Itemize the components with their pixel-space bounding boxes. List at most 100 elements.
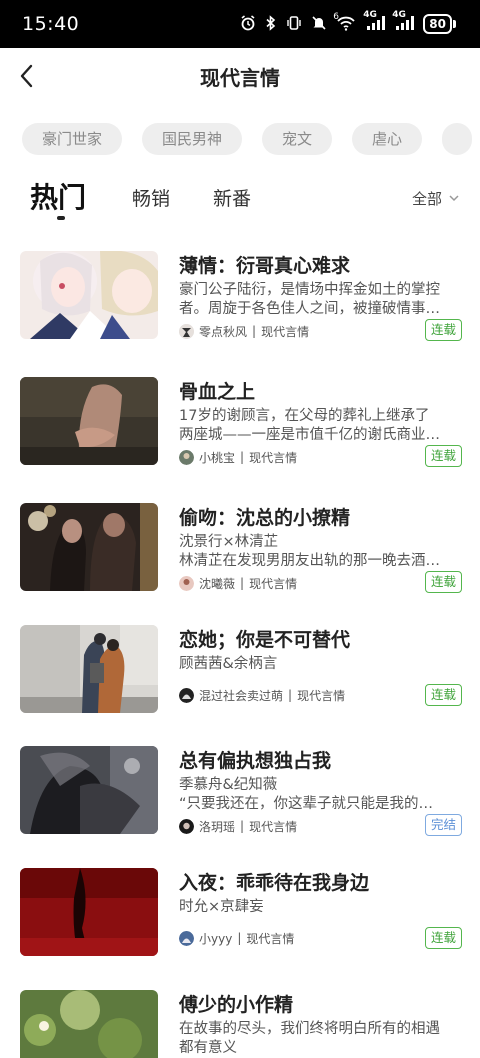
book-desc-line: 林清芷在发现男朋友出轨的那一晚去酒… xyxy=(179,553,440,569)
book-desc-line: 时允×京肆妄 xyxy=(179,899,264,915)
book-description: 豪门公子陆衍，是情场中挥金如土的掌控 者。周旋于各色佳人之间，被撞破情事… xyxy=(179,281,462,319)
book-description: 时允×京肆妄 xyxy=(179,898,462,917)
book-description: 顾茜茜&余柄言 xyxy=(179,655,462,674)
book-title[interactable]: 入夜：乖乖待在我身边 xyxy=(179,868,369,895)
chip-chongwen[interactable]: 宠文 xyxy=(262,123,333,155)
wifi-badge: 6 xyxy=(333,11,340,22)
signal-icon: 4G xyxy=(363,10,386,34)
book-desc-line: 豪门公子陆衍，是情场中挥金如土的掌控 xyxy=(179,282,440,298)
status-badge: 连载 xyxy=(424,445,462,467)
status-icons: 6 4G 4G 80 xyxy=(240,10,456,36)
battery-level: 80 xyxy=(423,14,452,34)
book-category: 现代言情 xyxy=(249,819,298,834)
bluetooth-icon xyxy=(265,14,277,34)
meta-separator: | xyxy=(237,931,242,945)
book-category: 现代言情 xyxy=(261,324,310,339)
book-meta: 小桃宝 | 现代言情 xyxy=(179,449,297,465)
nav-bar: 现代言情 xyxy=(0,48,480,104)
book-description: 在故事的尽头，我们终将明白所有的相遇 都有意义 xyxy=(179,1020,462,1058)
book-desc-line: 17岁的谢顾言，在父母的葬礼上继承了 xyxy=(179,408,430,424)
status-badge: 连载 xyxy=(424,571,462,593)
book-meta: 小yyy | 现代言情 xyxy=(179,930,294,946)
category-chips: 豪门世家 国民男神 宠文 虐心 xyxy=(22,123,480,157)
book-category: 现代言情 xyxy=(249,576,298,591)
book-desc-line: “只要我还在，你这辈子就只能是我的… xyxy=(179,796,434,812)
book-desc-line: 沈景行×林清芷 xyxy=(179,534,279,550)
mute-icon xyxy=(311,15,327,34)
book-category: 现代言情 xyxy=(246,931,295,946)
vibrate-icon xyxy=(286,15,302,34)
book-desc-line: 两座城——一座是市值千亿的谢氏商业… xyxy=(179,427,440,443)
author-name: 小yyy xyxy=(199,931,233,946)
status-badge: 完结 xyxy=(424,814,462,836)
avatar xyxy=(179,449,194,465)
tab-indicator xyxy=(57,216,65,220)
meta-separator: | xyxy=(288,688,293,702)
author-name: 小桃宝 xyxy=(199,450,236,465)
book-title[interactable]: 总有偏执想独占我 xyxy=(179,746,331,773)
book-desc-line: 季慕舟&纪知薇 xyxy=(179,777,278,793)
avatar xyxy=(179,818,194,834)
signal-icon: 4G xyxy=(392,10,415,34)
chip-nuexin[interactable]: 虐心 xyxy=(352,123,423,155)
tab-hot[interactable]: 热门 xyxy=(30,176,86,216)
chip-more[interactable] xyxy=(442,123,473,155)
battery-icon: 80 xyxy=(423,14,456,34)
status-time: 15:40 xyxy=(22,13,80,35)
book-title[interactable]: 薄情：衍哥真心难求 xyxy=(179,251,350,278)
book-item[interactable]: 傅少的小作精 在故事的尽头，我们终将明白所有的相遇 都有意义 xyxy=(20,990,465,1058)
book-item[interactable]: 入夜：乖乖待在我身边 时允×京肆妄 小yyy | 现代言情 连载 xyxy=(20,868,465,958)
meta-separator: | xyxy=(240,819,245,833)
book-meta: 混过社会卖过萌 | 现代言情 xyxy=(179,687,345,703)
chip-haomen[interactable]: 豪门世家 xyxy=(22,123,123,155)
book-cover[interactable] xyxy=(20,377,158,465)
book-cover[interactable] xyxy=(20,746,158,834)
status-bar: 15:40 6 4G 4G 80 xyxy=(0,0,480,48)
author-name: 沈曦薇 xyxy=(199,576,236,591)
book-item[interactable]: 恋她；你是不可替代 顾茜茜&余柄言 混过社会卖过萌 | 现代言情 连载 xyxy=(20,625,465,715)
status-badge: 连载 xyxy=(424,319,462,341)
status-badge: 连载 xyxy=(424,684,462,706)
avatar xyxy=(179,575,194,591)
book-desc-line: 顾茜茜&余柄言 xyxy=(179,656,278,672)
wifi-icon: 6 xyxy=(333,11,356,34)
book-desc-line: 者。周旋于各色佳人之间，被撞破情事… xyxy=(179,301,440,317)
filter-dropdown[interactable]: 全部 xyxy=(412,188,460,209)
book-title[interactable]: 偷吻：沈总的小撩精 xyxy=(179,503,350,530)
avatar xyxy=(179,930,194,946)
author-name: 零点秋风 xyxy=(199,324,248,339)
book-item[interactable]: 骨血之上 17岁的谢顾言，在父母的葬礼上继承了 两座城——一座是市值千亿的谢氏商… xyxy=(20,377,465,467)
author-name: 混过社会卖过萌 xyxy=(199,688,284,703)
network-type-label: 4G xyxy=(392,9,406,20)
meta-separator: | xyxy=(240,576,245,590)
book-cover[interactable] xyxy=(20,990,158,1058)
book-category: 现代言情 xyxy=(249,450,298,465)
book-title[interactable]: 恋她；你是不可替代 xyxy=(179,625,350,652)
book-title[interactable]: 骨血之上 xyxy=(179,377,255,404)
book-item[interactable]: 薄情：衍哥真心难求 豪门公子陆衍，是情场中挥金如土的掌控 者。周旋于各色佳人之间… xyxy=(20,251,465,341)
book-desc-line: 在故事的尽头，我们终将明白所有的相遇 xyxy=(179,1021,440,1037)
book-cover[interactable] xyxy=(20,868,158,956)
meta-separator: | xyxy=(240,450,245,464)
tab-new[interactable]: 新番 xyxy=(213,184,251,211)
book-cover[interactable] xyxy=(20,625,158,713)
book-cover[interactable] xyxy=(20,251,158,339)
book-item[interactable]: 总有偏执想独占我 季慕舟&纪知薇 “只要我还在，你这辈子就只能是我的… 洛玥瑶 … xyxy=(20,746,465,836)
network-type-label: 4G xyxy=(363,9,377,20)
book-meta: 沈曦薇 | 现代言情 xyxy=(179,575,297,591)
alarm-icon xyxy=(240,14,256,34)
book-description: 沈景行×林清芷 林清芷在发现男朋友出轨的那一晚去酒… xyxy=(179,533,462,571)
chip-guomin[interactable]: 国民男神 xyxy=(142,123,243,155)
filter-label: 全部 xyxy=(411,190,442,208)
book-desc-line: 都有意义 xyxy=(179,1040,237,1056)
book-item[interactable]: 偷吻：沈总的小撩精 沈景行×林清芷 林清芷在发现男朋友出轨的那一晚去酒… 沈曦薇… xyxy=(20,503,465,593)
page-title: 现代言情 xyxy=(200,66,280,90)
book-meta: 洛玥瑶 | 现代言情 xyxy=(179,818,297,834)
book-meta: 零点秋风 | 现代言情 xyxy=(179,323,309,339)
tab-bestseller[interactable]: 畅销 xyxy=(132,184,170,211)
book-cover[interactable] xyxy=(20,503,158,591)
avatar xyxy=(179,687,194,703)
tabs: 热门 畅销 新番 全部 xyxy=(0,176,480,226)
book-title[interactable]: 傅少的小作精 xyxy=(179,990,293,1017)
book-description: 17岁的谢顾言，在父母的葬礼上继承了 两座城——一座是市值千亿的谢氏商业… xyxy=(179,407,462,445)
